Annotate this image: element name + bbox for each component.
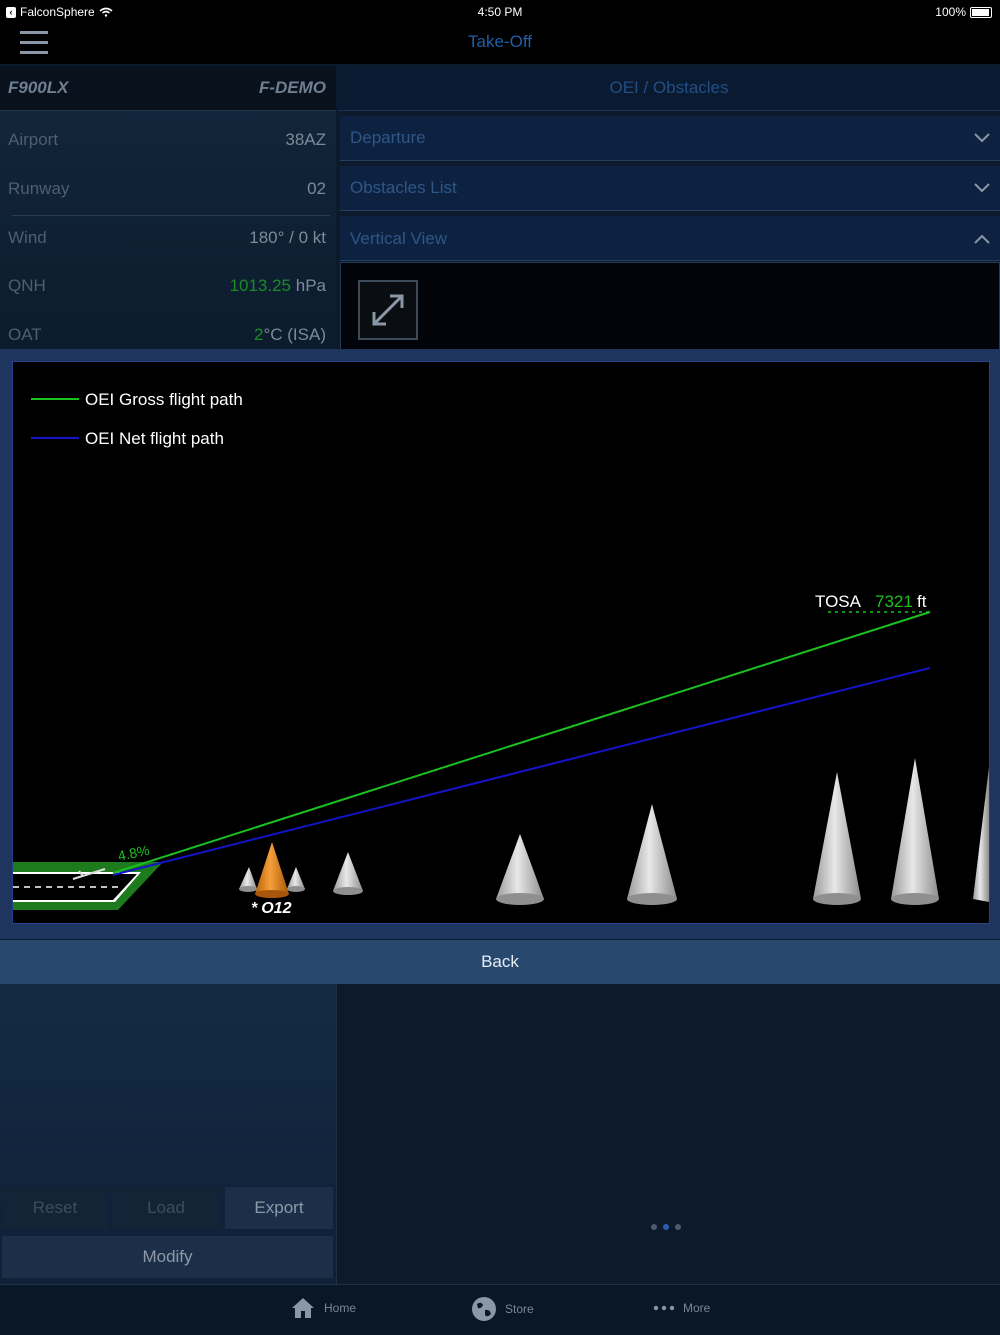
- vertical-profile-chart: OEI Gross flight path OEI Net flight pat…: [12, 361, 990, 924]
- gradient-label: 4.8%: [116, 842, 151, 864]
- obstacle-cone[interactable]: [891, 758, 939, 905]
- export-button[interactable]: Export: [225, 1187, 333, 1229]
- chart-svg: OEI Gross flight path OEI Net flight pat…: [13, 390, 989, 917]
- critical-obstacle-marker: *: [251, 900, 258, 917]
- page-indicator: [651, 1224, 681, 1230]
- airport-value[interactable]: 38AZ: [285, 130, 326, 150]
- clock: 4:50 PM: [477, 5, 523, 19]
- obstacle-cone-critical[interactable]: [255, 842, 289, 898]
- airport-label: Airport: [8, 130, 59, 149]
- oat-value[interactable]: 2°C (ISA): [254, 325, 326, 345]
- load-button[interactable]: Load: [113, 1187, 219, 1229]
- oei-title: OEI / Obstacles: [609, 78, 729, 97]
- expand-icon: [372, 294, 404, 326]
- accordion-departure[interactable]: [340, 116, 1000, 161]
- modify-button[interactable]: Modify: [2, 1236, 333, 1278]
- page-title: Take-Off: [468, 32, 532, 51]
- obstacle-cone[interactable]: [239, 867, 257, 892]
- obstacle-cone[interactable]: [973, 767, 989, 902]
- globe-icon: [472, 1297, 496, 1321]
- tosa-label: TOSA: [815, 592, 862, 611]
- tab-store-label: Store: [505, 1302, 534, 1316]
- tab-home[interactable]: Home: [290, 1296, 356, 1320]
- home-icon: [292, 1298, 314, 1318]
- obstacle-cone[interactable]: [627, 804, 677, 905]
- tab-more-label: More: [683, 1301, 711, 1315]
- qnh-unit: hPa: [291, 276, 326, 295]
- vertical-view-label: Vertical View: [350, 229, 448, 248]
- page-dot: [651, 1224, 657, 1230]
- obstacle-cone[interactable]: [287, 867, 305, 892]
- tosa-unit: ft: [917, 592, 927, 611]
- divider: [12, 215, 330, 216]
- obstacle-cone[interactable]: [496, 834, 544, 905]
- qnh-value[interactable]: 1013.25 hPa: [230, 276, 326, 296]
- oat-label: OAT: [8, 325, 42, 344]
- right-bottom-panel: [336, 984, 1000, 1284]
- gross-flight-path: [112, 611, 931, 874]
- status-bar: ‹ FalconSphere 4:50 PM 100%: [0, 0, 1000, 24]
- wind-value[interactable]: 180° / 0 kt: [249, 228, 326, 248]
- tab-more[interactable]: More: [653, 1296, 710, 1320]
- battery-percent: 100%: [935, 5, 966, 19]
- back-label: Back: [481, 952, 519, 971]
- runway-label: Runway: [8, 179, 70, 198]
- tosa-value: 7321: [875, 592, 913, 611]
- battery-icon: [970, 6, 992, 18]
- tab-store[interactable]: Store: [471, 1296, 534, 1322]
- aircraft-type: F900LX: [8, 78, 69, 97]
- expand-button[interactable]: [358, 280, 418, 340]
- nav-bar: Take-Off: [0, 24, 1000, 64]
- oat-unit: °C (ISA): [263, 325, 326, 344]
- chevron-down-icon[interactable]: [974, 180, 990, 196]
- critical-obstacle-label: * O12: [251, 900, 292, 917]
- reset-button[interactable]: Reset: [2, 1187, 108, 1229]
- more-icon: [653, 1305, 675, 1311]
- vertical-view-panel: [340, 262, 1000, 358]
- departure-label: Departure: [350, 128, 426, 147]
- obstacles-list-label: Obstacles List: [350, 178, 457, 197]
- chevron-down-icon[interactable]: [974, 130, 990, 146]
- qnh-label: QNH: [8, 276, 46, 295]
- obstacle-cone[interactable]: [813, 772, 861, 905]
- chevron-up-icon[interactable]: [974, 231, 990, 247]
- obstacle-cone[interactable]: [333, 852, 363, 895]
- aircraft-registration: F-DEMO: [258, 78, 326, 97]
- page-dot: [675, 1224, 681, 1230]
- page-dot-active: [663, 1224, 669, 1230]
- wind-label: Wind: [8, 228, 47, 247]
- tab-home-label: Home: [324, 1301, 357, 1315]
- status-right: 100%: [935, 5, 992, 19]
- legend-net-label: OEI Net flight path: [85, 429, 224, 448]
- qnh-number: 1013.25: [229, 276, 292, 295]
- critical-obstacle-id: O12: [261, 900, 291, 917]
- legend-gross-label: OEI Gross flight path: [85, 390, 243, 409]
- runway-value[interactable]: 02: [307, 179, 326, 199]
